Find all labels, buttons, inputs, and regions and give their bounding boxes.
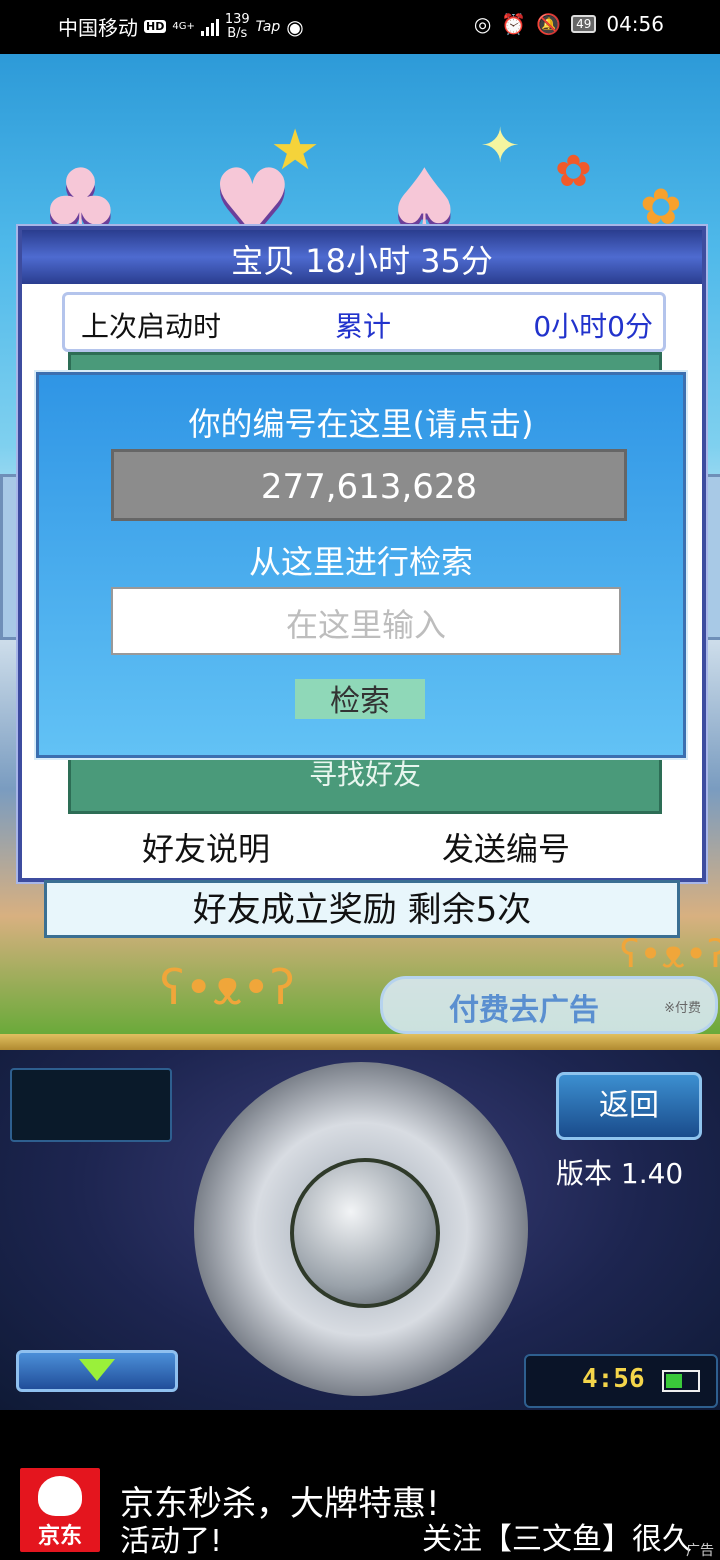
remove-ads-label: 付费去广告: [449, 993, 599, 1028]
bear-character: ʕ•ᴥ•ʔ: [620, 932, 720, 976]
battery-icon: 49: [571, 15, 597, 33]
last-launch-label: 上次启动时: [81, 310, 222, 343]
ad-banner[interactable]: 京东 京东秒杀，大牌特惠! 活动了! 关注【三文鱼】很久 广告: [0, 1410, 720, 1560]
mini-screen: [10, 1068, 172, 1142]
scroll-down-button[interactable]: [16, 1350, 178, 1392]
hd-badge: HD: [144, 20, 167, 33]
search-dialog: 你的编号在这里(请点击) 277,613,628 从这里进行检索 在这里输入 ☜…: [36, 372, 686, 758]
pointing-hand-icon: ☜: [591, 605, 618, 640]
send-id-button[interactable]: 发送编号: [442, 824, 570, 870]
status-bar: 中国移动 HD 4G+ 139 B/s Tap ◉ ◎ ⏰ 🔕 49 04:56: [0, 0, 720, 54]
signal-icon: [200, 18, 219, 36]
find-friend-button[interactable]: 寻找好友: [71, 753, 659, 793]
network-speed: 139 B/s: [224, 11, 250, 41]
dpad[interactable]: [194, 1062, 528, 1396]
search-button[interactable]: 检索: [295, 679, 425, 719]
total-label: 累计: [335, 310, 392, 343]
friend-reward-bar: 好友成立奖励 剩余5次: [44, 880, 680, 938]
mute-icon: 🔕: [536, 12, 562, 36]
controller-border: [0, 1034, 720, 1050]
total-value: 0小时0分: [533, 310, 653, 343]
search-input[interactable]: 在这里输入: [111, 587, 621, 655]
friend-help-button[interactable]: 好友说明: [142, 824, 270, 870]
jd-logo: 京东: [20, 1468, 100, 1552]
back-button[interactable]: 返回: [556, 1072, 702, 1140]
dpad-center-button[interactable]: [290, 1158, 440, 1308]
search-label: 从这里进行检索: [248, 543, 473, 581]
sparkle-icon: ✦: [480, 118, 521, 174]
bear-character: ʕ•ᴥ•ʔ: [160, 960, 295, 1016]
remove-ads-button[interactable]: 付费去广告 ※付费: [380, 976, 718, 1034]
controller-panel: 返回 版本 1.40 4:56: [0, 1034, 720, 1410]
game-clock: 4:56: [524, 1354, 718, 1408]
version-label: 版本 1.40: [556, 1157, 684, 1190]
jd-brand-text: 京东: [37, 1524, 82, 1549]
dialog-title: 你的编号在这里(请点击): [188, 405, 534, 443]
speed-value: 139: [224, 11, 250, 27]
flower-icon: ✿: [555, 146, 592, 197]
alarm-icon: ⏰: [501, 12, 527, 36]
carrier-label: 中国移动: [58, 16, 138, 40]
game-clock-time: 4:56: [582, 1364, 645, 1394]
remove-ads-sub: ※付费: [664, 1001, 701, 1016]
ad-tag: 广告: [686, 1543, 714, 1559]
taptap-label: Tap: [255, 18, 281, 35]
eye-icon: ◎: [473, 12, 492, 36]
speed-unit: B/s: [227, 25, 248, 41]
ad-subline: 活动了!: [120, 1524, 223, 1559]
down-arrow-icon: [79, 1359, 115, 1381]
ad-follow-text: 关注【三文鱼】很久: [422, 1522, 692, 1557]
star-icon: ★: [270, 118, 321, 183]
weibo-icon: ◉: [286, 14, 304, 39]
launch-time-row: 上次启动时 累计 0小时0分: [62, 292, 666, 352]
jd-dog-icon: [38, 1476, 82, 1516]
player-id-box[interactable]: 277,613,628: [111, 449, 627, 521]
panel-title: 宝贝 18小时 35分: [22, 230, 702, 284]
battery-icon: [662, 1370, 700, 1392]
network-type: 4G+: [172, 20, 195, 32]
clock: 04:56: [606, 12, 664, 36]
